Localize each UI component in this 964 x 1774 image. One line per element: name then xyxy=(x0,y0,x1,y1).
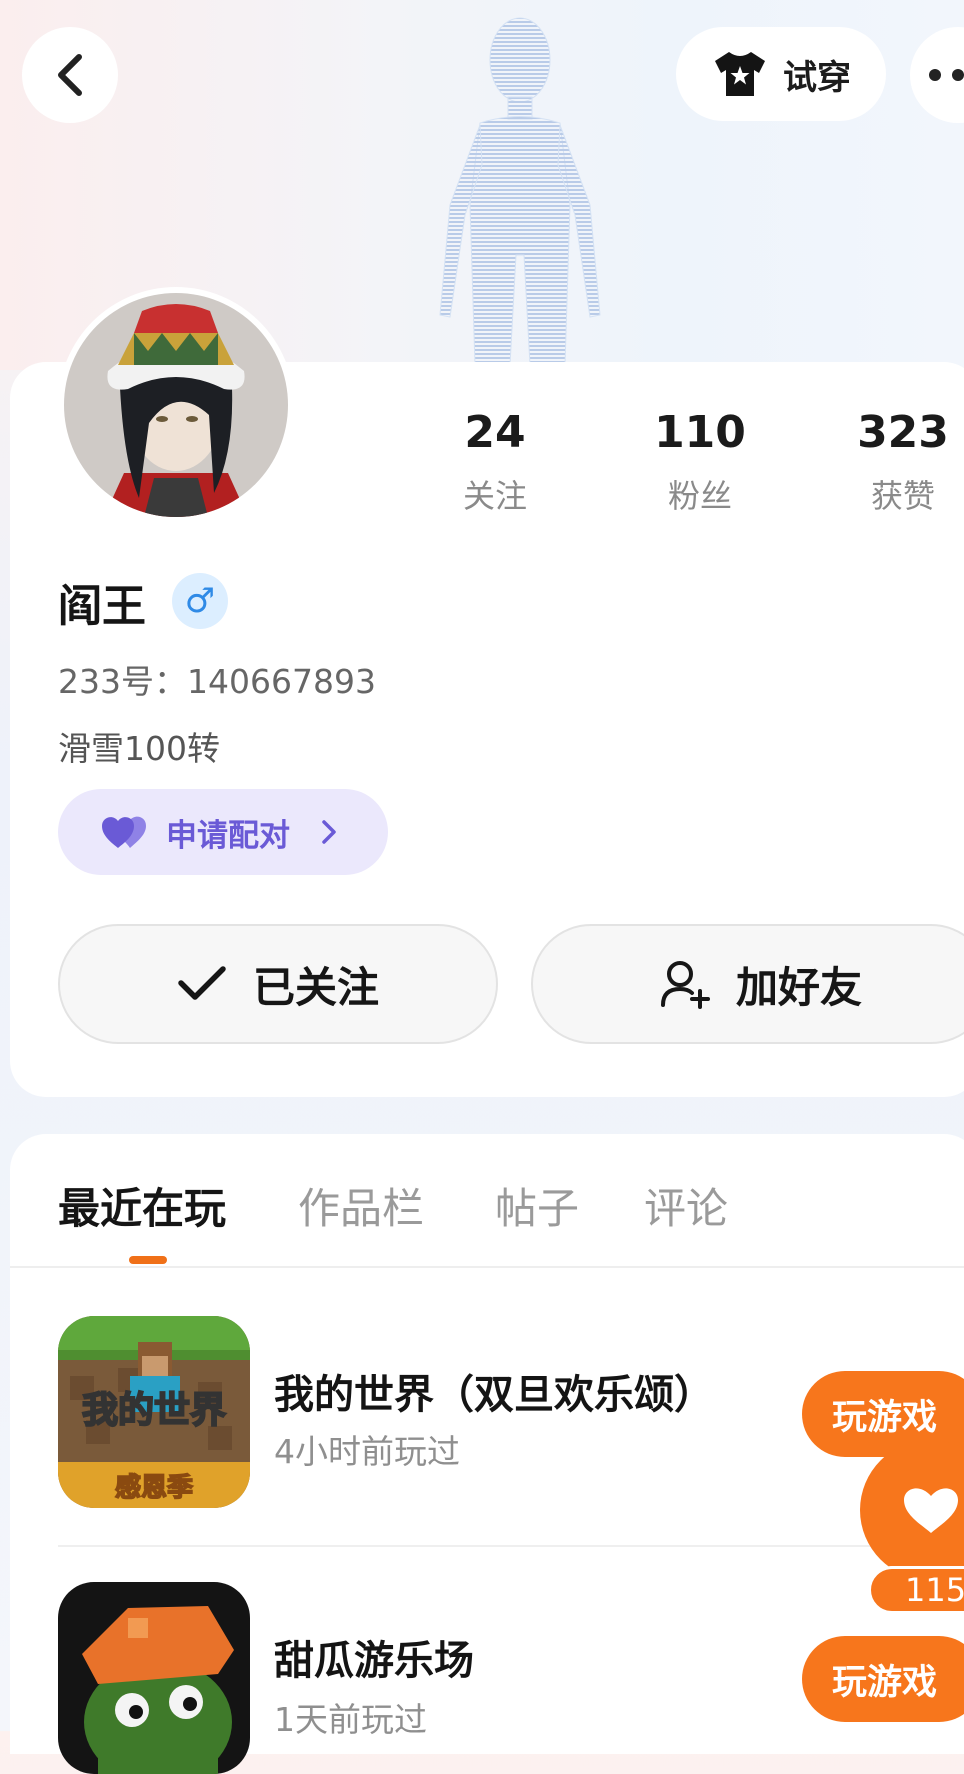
game-last-played: 4小时前玩过 xyxy=(274,1432,460,1471)
tab-active-indicator xyxy=(129,1256,167,1264)
user-id: 233号：140667893 xyxy=(58,662,376,701)
more-dots-icon xyxy=(929,69,964,81)
stat-fans[interactable]: 110 粉丝 xyxy=(630,405,770,517)
check-icon xyxy=(178,966,226,1000)
game-icon-subtitle: 感恩季 xyxy=(115,1473,193,1503)
gender-badge: ♂ xyxy=(172,573,228,629)
tab-divider xyxy=(10,1266,964,1268)
following-label: 关注 xyxy=(462,477,527,515)
tab-comments[interactable]: 评论 xyxy=(644,1175,728,1236)
play-game-button[interactable]: 玩游戏 xyxy=(802,1636,964,1722)
username: 阎王 xyxy=(58,581,146,632)
double-heart-icon xyxy=(102,816,146,848)
user-bio: 滑雪100转 xyxy=(58,729,220,768)
try-on-button[interactable]: 试穿 xyxy=(676,27,886,121)
play-game-label: 玩游戏 xyxy=(832,1662,938,1703)
avatar-3d-silhouette xyxy=(439,17,601,365)
followed-button[interactable]: 已关注 xyxy=(58,924,498,1044)
fans-label: 粉丝 xyxy=(667,477,732,515)
list-divider xyxy=(58,1545,964,1547)
floating-like-count: 115 xyxy=(868,1566,964,1614)
game-icon-minecraft[interactable]: 我的世界 感恩季 xyxy=(58,1316,250,1508)
game-title[interactable]: 甜瓜游乐场 xyxy=(274,1628,474,1686)
tab-works[interactable]: 作品栏 xyxy=(298,1175,424,1236)
fans-count: 110 xyxy=(654,407,746,458)
game-last-played: 1天前玩过 xyxy=(274,1700,427,1739)
followed-label: 已关注 xyxy=(252,962,379,1012)
tab-recently-played[interactable]: 最近在玩 xyxy=(58,1175,226,1236)
try-on-label: 试穿 xyxy=(783,57,851,98)
apply-pair-button[interactable]: 申请配对 xyxy=(58,789,388,875)
play-game-label: 玩游戏 xyxy=(832,1397,938,1438)
game-icon-melon-playground[interactable] xyxy=(58,1582,250,1774)
back-button[interactable] xyxy=(22,27,118,123)
heart-icon xyxy=(904,1488,958,1533)
chevron-left-icon xyxy=(58,54,82,96)
avatar-image xyxy=(64,293,288,517)
add-friend-button[interactable]: 加好友 xyxy=(531,924,964,1044)
add-user-icon xyxy=(660,961,710,1009)
male-icon: ♂ xyxy=(184,581,216,621)
game-title[interactable]: 我的世界（双旦欢乐颂） xyxy=(274,1362,714,1420)
following-count: 24 xyxy=(464,407,526,458)
apply-pair-label: 申请配对 xyxy=(166,817,290,854)
likes-label: 获赞 xyxy=(870,477,935,515)
stat-likes[interactable]: 323 获赞 xyxy=(833,405,964,517)
melon-icon-art xyxy=(58,1582,250,1774)
minecraft-icon-art: 我的世界 感恩季 xyxy=(58,1316,250,1508)
add-friend-label: 加好友 xyxy=(735,962,862,1012)
avatar[interactable] xyxy=(58,287,294,523)
chevron-right-icon xyxy=(322,820,336,844)
game-icon-title: 我的世界 xyxy=(82,1390,226,1431)
likes-count: 323 xyxy=(857,407,949,458)
stat-following[interactable]: 24 关注 xyxy=(425,405,565,517)
tab-posts[interactable]: 帖子 xyxy=(495,1175,579,1236)
tshirt-star-icon xyxy=(715,52,765,96)
